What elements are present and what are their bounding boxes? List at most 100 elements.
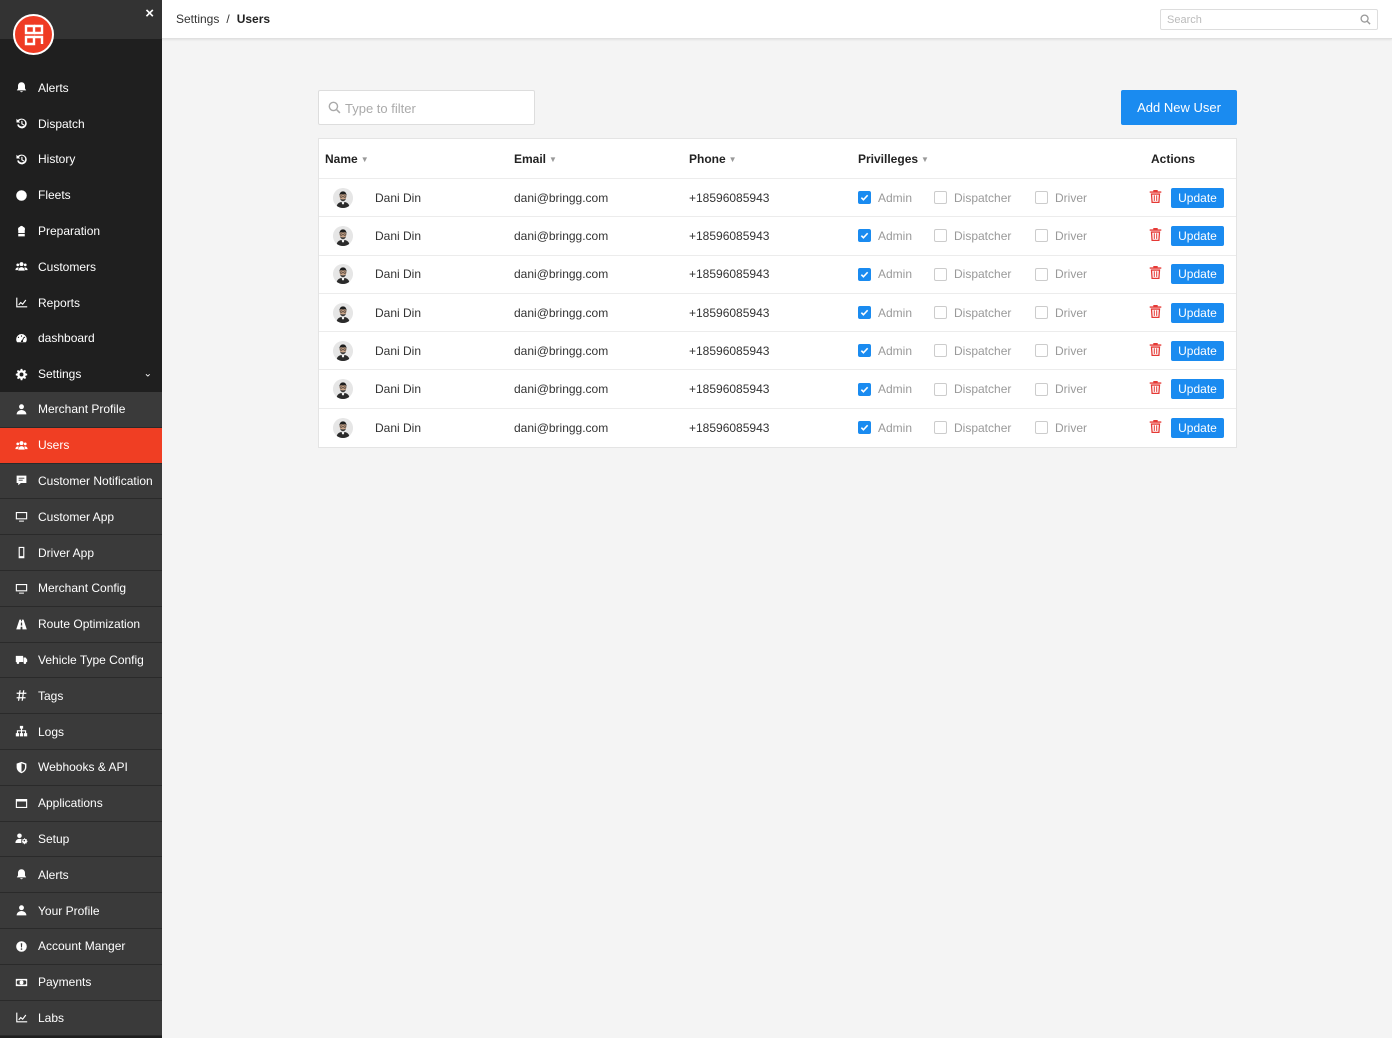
update-user-button[interactable]: Update — [1171, 264, 1224, 285]
driver-checkbox[interactable]: Driver — [1035, 229, 1087, 243]
sidebar-item-logs[interactable]: Logs — [0, 714, 162, 750]
admin-checkbox[interactable]: Admin — [858, 344, 912, 358]
checkbox-box[interactable] — [934, 191, 947, 205]
close-sidebar-button[interactable]: × — [145, 6, 154, 22]
update-user-button[interactable]: Update — [1171, 302, 1224, 323]
column-header-privileges[interactable]: Privilleges ▼ — [858, 152, 929, 166]
driver-checkbox[interactable]: Driver — [1035, 267, 1087, 281]
checkbox-box[interactable] — [934, 267, 947, 281]
checkbox-box[interactable] — [1035, 306, 1048, 320]
sidebar-item-alerts[interactable]: Alerts — [0, 857, 162, 894]
column-header-phone[interactable]: Phone ▼ — [689, 152, 737, 166]
filter-input[interactable] — [345, 99, 525, 117]
sidebar-item-reports[interactable]: Reports — [0, 285, 162, 321]
dispatcher-checkbox[interactable]: Dispatcher — [934, 344, 1011, 358]
sidebar-item-merchant-config[interactable]: Merchant Config — [0, 570, 162, 607]
sidebar-item-fleets[interactable]: Fleets — [0, 177, 162, 213]
sidebar-item-customer-app[interactable]: Customer App — [0, 499, 162, 536]
delete-user-button[interactable] — [1149, 227, 1162, 245]
checkbox-box[interactable] — [1035, 421, 1048, 435]
checkbox-box[interactable] — [1035, 344, 1048, 358]
checkbox-box[interactable] — [934, 421, 947, 435]
update-user-button[interactable]: Update — [1171, 340, 1224, 361]
sidebar-item-webhooks-api[interactable]: Webhooks & API — [0, 749, 162, 786]
checkbox-label: Dispatcher — [954, 382, 1012, 397]
admin-checkbox[interactable]: Admin — [858, 267, 912, 281]
sidebar-item-customer-notification[interactable]: Customer Notification — [0, 463, 162, 500]
checkbox-box[interactable] — [1035, 267, 1048, 281]
admin-checkbox[interactable]: Admin — [858, 421, 912, 435]
sidebar-item-dispatch[interactable]: Dispatch — [0, 106, 162, 142]
checkbox-label: Dispatcher — [954, 420, 1012, 435]
checkbox-box[interactable] — [934, 306, 947, 320]
sidebar-item-label: Labs — [38, 1010, 65, 1025]
dispatcher-checkbox[interactable]: Dispatcher — [934, 306, 1011, 320]
sidebar-item-label: Setup — [38, 831, 70, 846]
checkbox-box[interactable] — [858, 229, 871, 243]
driver-checkbox[interactable]: Driver — [1035, 421, 1087, 435]
sidebar-item-users[interactable]: Users — [0, 427, 162, 464]
dispatcher-checkbox[interactable]: Dispatcher — [934, 191, 1011, 205]
checkbox-box[interactable] — [934, 382, 947, 396]
sidebar-item-applications[interactable]: Applications — [0, 785, 162, 822]
checkbox-label: Admin — [878, 343, 913, 358]
sidebar-item-alerts[interactable]: Alerts — [0, 70, 162, 106]
driver-checkbox[interactable]: Driver — [1035, 382, 1087, 396]
checkbox-box[interactable] — [934, 344, 947, 358]
global-search-input[interactable] — [1161, 10, 1351, 30]
delete-user-button[interactable] — [1149, 304, 1162, 322]
delete-user-button[interactable] — [1149, 419, 1162, 437]
sidebar-item-history[interactable]: History — [0, 142, 162, 178]
sidebar-item-payments[interactable]: Payments — [0, 964, 162, 1001]
sidebar-item-preparation[interactable]: Preparation — [0, 213, 162, 249]
checkbox-box[interactable] — [858, 267, 871, 281]
sidebar-item-setup[interactable]: Setup — [0, 821, 162, 858]
delete-user-button[interactable] — [1149, 189, 1162, 207]
column-header-email[interactable]: Email ▼ — [514, 152, 557, 166]
sidebar-item-dashboard[interactable]: dashboard — [0, 321, 162, 357]
checkbox-box[interactable] — [934, 229, 947, 243]
brand-logo[interactable] — [13, 14, 54, 55]
sidebar-item-customers[interactable]: Customers — [0, 249, 162, 285]
driver-checkbox[interactable]: Driver — [1035, 344, 1087, 358]
admin-checkbox[interactable]: Admin — [858, 382, 912, 396]
sidebar-item-account-manger[interactable]: Account Manger — [0, 928, 162, 965]
dispatcher-checkbox[interactable]: Dispatcher — [934, 382, 1011, 396]
delete-user-button[interactable] — [1149, 380, 1162, 398]
breadcrumb-settings[interactable]: Settings — [176, 12, 219, 26]
update-user-button[interactable]: Update — [1171, 225, 1224, 246]
delete-user-button[interactable] — [1149, 265, 1162, 283]
sidebar-item-your-profile[interactable]: Your Profile — [0, 893, 162, 929]
sidebar-item-labs[interactable]: Labs — [0, 1000, 162, 1037]
add-new-user-button[interactable]: Add New User — [1121, 90, 1237, 125]
monitor-icon — [15, 510, 28, 523]
checkbox-box[interactable] — [1035, 229, 1048, 243]
sidebar-item-tags[interactable]: Tags — [0, 678, 162, 715]
update-user-button[interactable]: Update — [1171, 417, 1224, 438]
search-icon[interactable] — [1360, 14, 1371, 25]
checkbox-box[interactable] — [858, 306, 871, 320]
checkbox-box[interactable] — [858, 382, 871, 396]
sidebar-item-settings[interactable]: Settings ⌄ — [0, 356, 162, 392]
dispatcher-checkbox[interactable]: Dispatcher — [934, 267, 1011, 281]
admin-checkbox[interactable]: Admin — [858, 229, 912, 243]
checkbox-box[interactable] — [858, 344, 871, 358]
checkbox-box[interactable] — [1035, 382, 1048, 396]
sidebar-item-driver-app[interactable]: Driver App — [0, 535, 162, 571]
sidebar-item-merchant-profile[interactable]: Merchant Profile — [0, 392, 162, 428]
checkbox-box[interactable] — [858, 421, 871, 435]
driver-checkbox[interactable]: Driver — [1035, 191, 1087, 205]
checkbox-box[interactable] — [858, 191, 871, 205]
sidebar-item-vehicle-type-config[interactable]: Vehicle Type Config — [0, 642, 162, 679]
dispatcher-checkbox[interactable]: Dispatcher — [934, 229, 1011, 243]
column-header-name[interactable]: Name ▼ — [325, 152, 369, 166]
checkbox-box[interactable] — [1035, 191, 1048, 205]
sidebar-item-route-optimization[interactable]: Route Optimization — [0, 606, 162, 643]
dispatcher-checkbox[interactable]: Dispatcher — [934, 421, 1011, 435]
admin-checkbox[interactable]: Admin — [858, 306, 912, 320]
delete-user-button[interactable] — [1149, 342, 1162, 360]
update-user-button[interactable]: Update — [1171, 379, 1224, 400]
driver-checkbox[interactable]: Driver — [1035, 306, 1087, 320]
update-user-button[interactable]: Update — [1171, 187, 1224, 208]
admin-checkbox[interactable]: Admin — [858, 191, 912, 205]
